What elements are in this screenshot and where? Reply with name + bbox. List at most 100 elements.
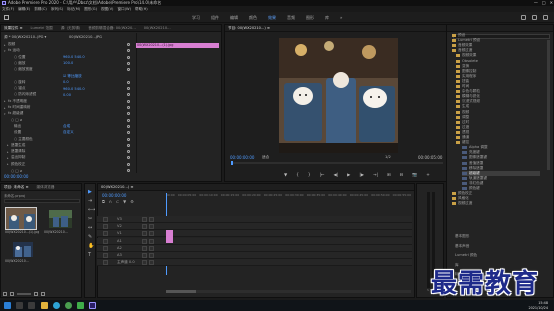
type-tool-icon[interactable]: T xyxy=(88,252,91,258)
timeline-timecode[interactable]: 00:00:00:00 xyxy=(102,193,126,198)
lock-icon[interactable] xyxy=(142,253,147,258)
reset-icon[interactable] xyxy=(127,150,130,154)
export-icon[interactable] xyxy=(521,15,526,20)
reset-icon[interactable] xyxy=(127,156,130,160)
effect-property-value[interactable]: 0.00 xyxy=(63,93,71,97)
effect-property-row[interactable]: ▸ fx 不透明度 xyxy=(4,99,133,104)
effect-folder[interactable]: 视频过渡 xyxy=(452,201,472,206)
search-icon[interactable] xyxy=(16,302,23,309)
lock-icon[interactable] xyxy=(142,231,147,237)
reset-icon[interactable] xyxy=(127,43,130,46)
video-preview[interactable] xyxy=(279,38,398,153)
clock[interactable]: 15:48 2021/10/24 xyxy=(528,301,548,310)
effect-property-row[interactable]: ○ 锚点 960.0 540.0 xyxy=(10,86,133,91)
panel-section-header[interactable]: 基本声音 xyxy=(455,244,469,249)
sequence-selector[interactable]: 00(WX20210...JPG xyxy=(69,35,102,39)
effect-property-value[interactable]: 0.0 xyxy=(63,80,69,84)
minimize-button[interactable]: — xyxy=(534,0,538,5)
button-editor-button[interactable]: + xyxy=(426,172,430,178)
reset-icon[interactable] xyxy=(127,169,130,172)
tab-program[interactable]: 节目: 00(WX20210...) ≡ xyxy=(228,26,270,31)
reset-icon[interactable] xyxy=(127,106,130,109)
go-to-out-button[interactable]: →| xyxy=(373,172,378,178)
menu-clip[interactable]: 剪辑(C) xyxy=(34,7,47,12)
fit-dropdown[interactable]: 适合 xyxy=(262,155,269,160)
reset-icon[interactable] xyxy=(127,143,130,147)
mark-in-button[interactable]: { xyxy=(296,172,299,178)
effects-scrollbar[interactable] xyxy=(547,40,550,170)
source-selector[interactable]: 源 * 00(WX20210..JPG ▾ xyxy=(4,35,46,40)
tab-audio-clip-mixer[interactable]: 音频剪辑混合器: 00(WX20... xyxy=(88,26,136,31)
timeline-track[interactable]: V3 xyxy=(97,216,412,223)
taskview-icon[interactable] xyxy=(28,302,35,309)
eye-icon[interactable] xyxy=(149,231,154,237)
eye-icon[interactable] xyxy=(149,260,154,266)
effect-property-row[interactable]: ○ □ ⌀ xyxy=(7,168,133,173)
hand-tool-icon[interactable]: ✋ xyxy=(88,243,94,249)
tab-timeline-sequence[interactable]: 00(WX20210...) ≡ xyxy=(101,185,133,189)
reset-icon[interactable] xyxy=(127,61,130,65)
timeline-clip[interactable] xyxy=(166,230,173,243)
effect-property-row[interactable]: ○ □ ⌀ xyxy=(7,118,133,123)
tab-effect-controls[interactable]: 效果控件 ≡ xyxy=(4,26,23,31)
menu-window[interactable]: 窗口(W) xyxy=(117,7,131,12)
effect-property-row[interactable]: 输出 合成 xyxy=(10,124,133,129)
mark-out-button[interactable]: } xyxy=(308,172,311,178)
timeline-ruler[interactable]: 00:00 00:00:05:00 00:00:10:00 00:00:15:00 00… xyxy=(166,193,411,198)
extract-button[interactable]: ⊟ xyxy=(399,172,403,178)
menu-edit[interactable]: 编辑(E) xyxy=(18,7,30,12)
lock-icon[interactable] xyxy=(142,217,147,222)
step-forward-button[interactable]: |▶ xyxy=(359,172,364,178)
panel-section-header[interactable]: Lumetri 颜色 xyxy=(455,253,477,258)
new-item-icon[interactable] xyxy=(41,292,45,296)
new-bin-icon[interactable] xyxy=(34,292,38,296)
reset-icon[interactable] xyxy=(127,93,130,97)
project-item-thumb[interactable] xyxy=(49,210,72,228)
effect-property-row[interactable]: ○ 防闪烁滤镜 0.00 xyxy=(10,92,133,97)
effect-property-row[interactable]: ▸ 溢出抑制 xyxy=(7,155,133,160)
timeline-scrollbar[interactable] xyxy=(166,290,411,293)
effect-property-row[interactable]: ▾ fx 运动 xyxy=(4,48,133,53)
ripple-edit-tool-icon[interactable]: ⟷ xyxy=(88,207,95,213)
effect-property-value[interactable]: 960.0 540.0 xyxy=(63,55,85,59)
workspace-tab[interactable]: 组件 xyxy=(211,15,219,21)
workspace-tab[interactable]: » xyxy=(340,15,342,21)
list-view-icon[interactable] xyxy=(3,292,7,296)
reset-icon[interactable] xyxy=(127,131,130,135)
track-target-button[interactable] xyxy=(103,238,108,244)
edge-icon[interactable] xyxy=(53,302,60,309)
workspace-tab[interactable]: 编辑 xyxy=(230,15,238,21)
effect-property-row[interactable]: ○ 缩放宽度 xyxy=(10,67,133,72)
resolution-dropdown[interactable]: 1/2 xyxy=(385,155,391,159)
effect-property-value[interactable]: 960.0 540.0 xyxy=(63,87,85,91)
close-button[interactable]: ✕ xyxy=(550,0,553,5)
workspace-tab[interactable]: 图形 xyxy=(306,15,314,21)
play-button[interactable]: ▶ xyxy=(347,172,350,178)
tab-sequence[interactable]: 00(WX20210... xyxy=(144,26,171,30)
effect-property-value[interactable]: 自定义 xyxy=(63,130,74,135)
add-marker-button[interactable]: ▼ xyxy=(284,172,287,178)
lift-button[interactable]: ⊞ xyxy=(387,172,391,178)
workspace-tab[interactable]: 音频 xyxy=(287,15,295,21)
go-to-in-button[interactable]: |← xyxy=(320,172,325,178)
effect-property-value[interactable]: ☑ 等比缩放 xyxy=(63,74,82,79)
reset-icon[interactable] xyxy=(127,112,130,116)
effect-property-row[interactable]: ▸ 颜色校正 xyxy=(7,162,133,167)
timeline-track[interactable]: A2 xyxy=(97,244,412,252)
track-target-button[interactable] xyxy=(103,224,108,230)
playhead-indicator[interactable] xyxy=(231,161,233,165)
workspace-tab[interactable]: 效果 xyxy=(268,15,276,21)
reset-icon[interactable] xyxy=(127,118,130,122)
reset-icon[interactable] xyxy=(127,124,130,128)
reset-icon[interactable] xyxy=(127,87,130,91)
effect-property-value[interactable]: 100.0 xyxy=(63,61,73,65)
track-select-tool-icon[interactable]: ⇥ xyxy=(88,198,92,204)
eye-icon[interactable] xyxy=(149,217,154,222)
timeline-track[interactable]: A3 xyxy=(97,252,412,259)
track-target-button[interactable] xyxy=(103,245,108,251)
menu-file[interactable]: 文件(F) xyxy=(2,7,14,12)
eye-icon[interactable] xyxy=(149,245,154,251)
linked-selection-icon[interactable]: ⊂ xyxy=(116,199,119,204)
nest-icon[interactable]: ⧉ xyxy=(102,199,105,204)
reset-icon[interactable] xyxy=(127,137,130,141)
